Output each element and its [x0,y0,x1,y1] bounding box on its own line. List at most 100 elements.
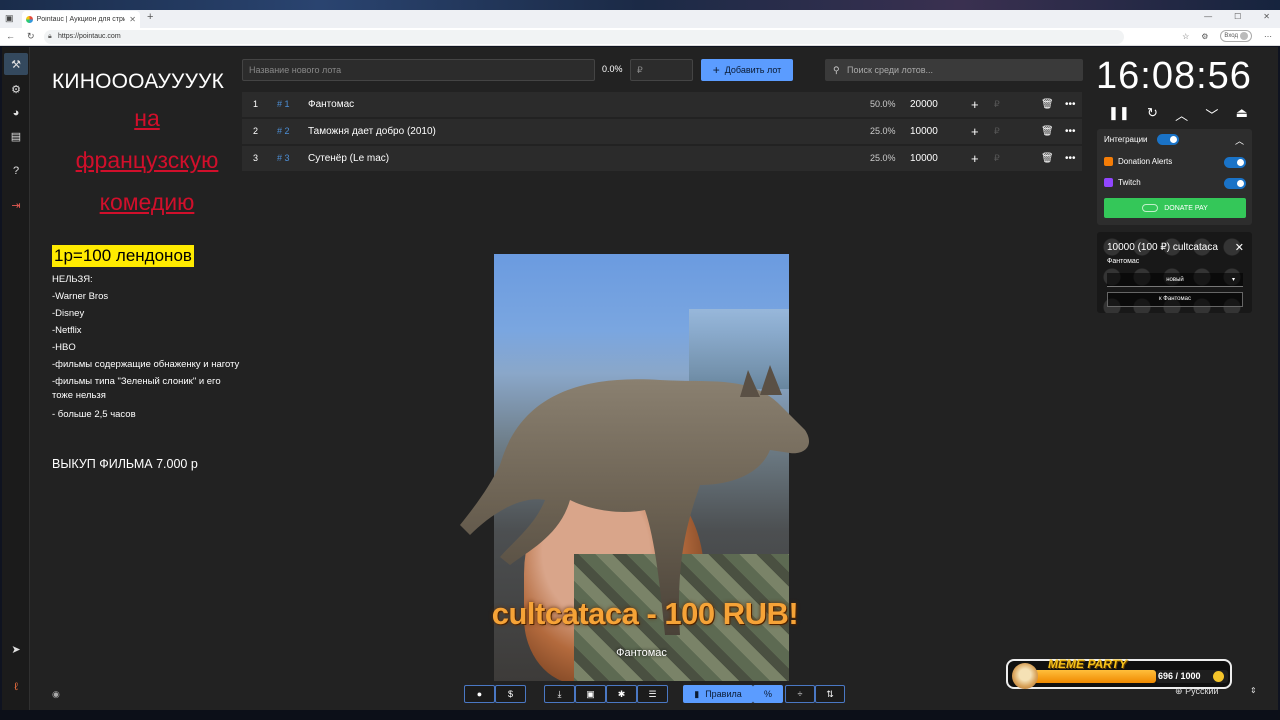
decrease-icon[interactable]: ﹀ [1205,105,1218,124]
delete-icon[interactable]: 🗑︎ [1041,146,1054,171]
donation-target-select[interactable]: новый ▾ [1107,273,1243,287]
meme-title: MEME PARTY [1048,657,1127,671]
tab-actions-icon[interactable]: ▣ [5,13,14,24]
add-amount-icon[interactable]: + [971,146,979,171]
search-icon: ⚲ [833,65,840,75]
delete-icon[interactable]: 🗑︎ [1041,119,1054,144]
lot-percent: 50.0% [870,99,896,109]
integrations-title: Интеграции [1104,135,1148,144]
lot-name[interactable]: Таможня дает добро (2010) [308,119,436,144]
doge-icon [1012,663,1038,689]
lot-row[interactable]: 1 # 1 Фантомас 50.0% 20000 + ₽ 🗑︎ ••• [242,92,1082,117]
help-icon[interactable]: ? [10,165,22,177]
download-button[interactable]: ⤓ [544,685,575,703]
new-lot-amount-input[interactable]: ₽ [630,59,693,81]
sort-icon: ⇅ [826,688,834,699]
increase-icon[interactable]: ︿ [1175,105,1188,124]
coin-icon [1213,671,1224,682]
profile-button[interactable]: Вход [1220,30,1252,42]
add-amount-icon[interactable]: + [971,119,979,144]
extensions-icon[interactable]: ⚙︎ [1201,32,1208,41]
integration-name: Donation Alerts [1118,157,1173,166]
close-icon[interactable]: ✕ [1235,241,1244,254]
pointauc-app: ⚒ ⚙ ◕ ▤ ? ⇥ ➤ ℓ КИНОООАУУУУК на французс… [2,47,1278,710]
save-button[interactable]: ▣ [575,685,606,703]
logout-icon[interactable]: ⇥ [10,199,22,212]
lot-name[interactable]: Сутенёр (Le mac) [308,146,389,171]
plus-icon: + [712,63,720,77]
lot-amount[interactable]: 20000 [910,92,938,117]
gavel-icon[interactable]: ⚒ [10,58,22,71]
more-icon[interactable]: ••• [1065,146,1076,171]
clear-list-button[interactable]: ☰ [637,685,668,703]
forbidden-list: НЕЛЬЗЯ: -Warner Bros -Disney -Netflix -H… [52,271,242,423]
globe-icon: ⊕ [1175,686,1183,696]
lot-row[interactable]: 2 # 2 Таможня дает добро (2010) 25.0% 10… [242,119,1082,144]
percent-button[interactable]: % [753,685,783,703]
forbidden-title: НЕЛЬЗЯ: [52,274,93,285]
stream-alert-text: cultcataca - 100 RUB! [491,596,799,631]
more-icon[interactable]: ••• [1065,92,1076,117]
donation-alerts-toggle[interactable] [1224,157,1246,168]
add-lot-button[interactable]: + Добавить лот [701,59,793,81]
brand-icon[interactable]: ℓ [10,681,22,693]
menu-icon[interactable]: ⋯ [1264,32,1272,41]
divide-button[interactable]: ÷ [785,685,815,703]
tab-pointauc[interactable]: Pointauc | Аукцион для стримера ✕ [22,11,140,28]
integrations-toggle[interactable] [1157,134,1179,145]
chevron-updown-icon: ⇕ [1250,686,1257,695]
search-placeholder: Поиск среди лотов... [847,65,934,75]
desktop-wallpaper-strip [0,0,1280,10]
close-tab-icon[interactable]: ✕ [129,15,136,24]
url-field[interactable]: 🔒︎ https://pointauc.com [44,30,1124,44]
twitch-toggle[interactable] [1224,178,1246,189]
reset-icon[interactable]: ↻ [1147,105,1158,124]
rules-panel: КИНОООАУУУУК на французскую комедию 1р=1… [52,67,242,471]
new-tab-button[interactable]: + [147,11,153,23]
lot-amount[interactable]: 10000 [910,119,938,144]
rules-button[interactable]: ▮ Правила [683,685,753,703]
delete-icon[interactable]: 🗑︎ [1041,92,1054,117]
rules-red-line: французскую [75,147,219,173]
meme-progress-value: 696 / 1000 [1158,671,1201,681]
eye-icon[interactable]: ◉ [52,689,60,700]
integrations-panel: Интеграции ︿ Donation Alerts Twitch DONA… [1097,129,1252,225]
language-select[interactable]: ⊕ Русский ⇕ [1175,686,1257,697]
timer-controls: ❚❚ ↻ ︿ ﹀ ⏏ [1108,105,1248,124]
double-up-icon[interactable]: ⏏ [1236,105,1248,124]
language-value: Русский [1185,686,1219,696]
pie-chart-icon[interactable]: ◕ [10,107,22,119]
buyout-text: ВЫКУП ФИЛЬМА 7.000 р [52,457,198,471]
new-lot-input[interactable]: Название нового лота [242,59,595,81]
back-icon[interactable]: ← [6,31,15,41]
donatepay-button[interactable]: DONATE PAY [1104,198,1246,218]
close-window-button[interactable]: ✕ [1263,12,1270,21]
donation-alerts-icon [1104,157,1113,167]
twitch-icon [1104,178,1113,188]
collapse-icon[interactable]: ︿ [1235,134,1244,147]
lot-name[interactable]: Фантомас [308,92,354,117]
desktop-wallpaper-strip [0,710,1280,720]
pause-icon[interactable]: ❚❚ [1108,105,1130,124]
clipboard-icon[interactable]: ▤ [10,130,22,143]
gear-icon[interactable]: ⚙ [10,83,22,96]
meme-progress-fill [1032,670,1156,683]
refresh-icon[interactable]: ↻ [27,31,35,42]
lot-row[interactable]: 3 # 3 Сутенёр (Le mac) 25.0% 10000 + ₽ 🗑… [242,146,1082,171]
donation-message: Фантомас [1107,258,1140,265]
add-to-lot-button[interactable]: к Фантомас [1107,292,1243,307]
list-icon: ☰ [648,688,657,699]
sort-button[interactable]: ⇅ [815,685,845,703]
telegram-icon[interactable]: ➤ [10,643,22,656]
github-button[interactable]: ● [464,685,495,703]
lot-amount[interactable]: 10000 [910,146,938,171]
rules-label: Правила [705,689,742,699]
add-amount-icon[interactable]: + [971,92,979,117]
minimize-button[interactable]: — [1204,12,1212,21]
maximize-button[interactable]: ☐ [1234,12,1241,21]
lot-search-input[interactable]: ⚲ Поиск среди лотов... [825,59,1083,81]
bug-button[interactable]: ✱ [606,685,637,703]
more-icon[interactable]: ••• [1065,119,1076,144]
donate-button[interactable]: $ [495,685,526,703]
star-icon[interactable]: ☆ [1182,32,1189,41]
